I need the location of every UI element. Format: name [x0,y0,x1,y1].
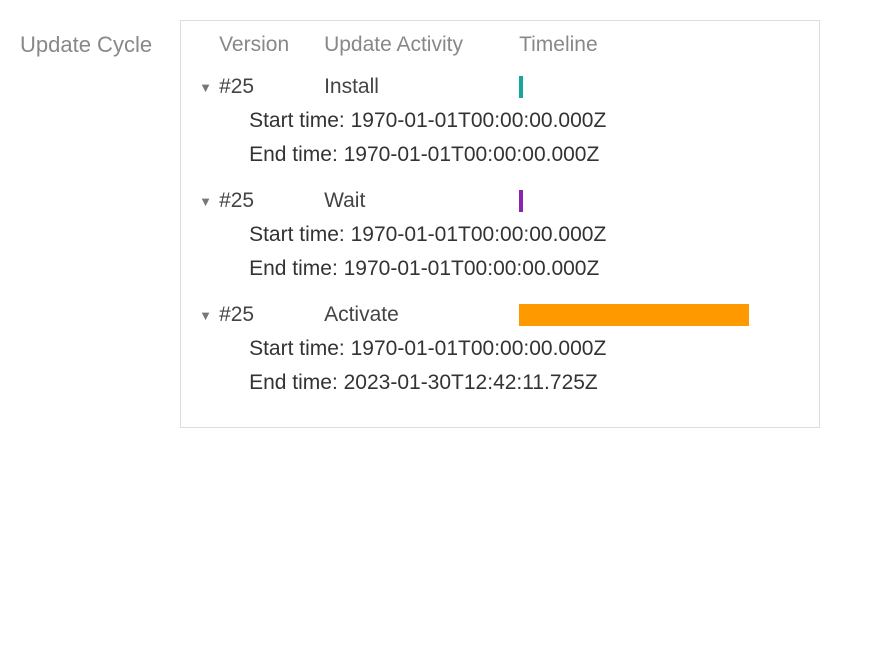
table-row: ▼ #25 Activate [199,303,801,327]
start-time-value: 1970-01-01T00:00:00.000Z [351,337,607,360]
version-value: #25 [219,303,324,327]
start-time-label: Start time: [249,223,351,246]
detail-block: Start time: 1970-01-01T00:00:00.000Z End… [199,223,801,281]
version-value: #25 [219,75,324,99]
end-time-line: End time: 1970-01-01T00:00:00.000Z [249,143,801,167]
start-time-line: Start time: 1970-01-01T00:00:00.000Z [249,109,801,133]
timeline-bar [519,190,523,212]
version-value: #25 [219,189,324,213]
header-activity: Update Activity [324,33,519,57]
end-time-line: End time: 1970-01-01T00:00:00.000Z [249,257,801,281]
timeline-cell [519,76,749,98]
start-time-line: Start time: 1970-01-01T00:00:00.000Z [249,337,801,361]
timeline-cell [519,304,749,326]
end-time-value: 1970-01-01T00:00:00.000Z [344,257,600,280]
activity-value: Wait [324,189,519,213]
end-time-label: End time: [249,143,344,166]
expand-toggle-icon[interactable]: ▼ [199,195,219,208]
expand-toggle-icon[interactable]: ▼ [199,309,219,322]
detail-block: Start time: 1970-01-01T00:00:00.000Z End… [199,109,801,167]
table-row: ▼ #25 Wait [199,189,801,213]
end-time-label: End time: [249,371,344,394]
end-time-line: End time: 2023-01-30T12:42:11.725Z [249,371,801,395]
end-time-label: End time: [249,257,344,280]
start-time-value: 1970-01-01T00:00:00.000Z [351,109,607,132]
end-time-value: 1970-01-01T00:00:00.000Z [344,143,600,166]
update-cycle-panel: Version Update Activity Timeline ▼ #25 I… [180,20,820,428]
table-row: ▼ #25 Install [199,75,801,99]
header-version: Version [219,33,324,57]
activity-value: Activate [324,303,519,327]
timeline-bar [519,76,523,98]
section-label: Update Cycle [20,20,152,58]
end-time-value: 2023-01-30T12:42:11.725Z [344,371,598,394]
detail-block: Start time: 1970-01-01T00:00:00.000Z End… [199,337,801,395]
table-headers: Version Update Activity Timeline [199,33,801,57]
start-time-label: Start time: [249,109,351,132]
header-timeline: Timeline [519,33,801,57]
activity-value: Install [324,75,519,99]
start-time-label: Start time: [249,337,351,360]
expand-toggle-icon[interactable]: ▼ [199,81,219,94]
timeline-cell [519,190,749,212]
start-time-line: Start time: 1970-01-01T00:00:00.000Z [249,223,801,247]
start-time-value: 1970-01-01T00:00:00.000Z [351,223,607,246]
timeline-bar [519,304,749,326]
